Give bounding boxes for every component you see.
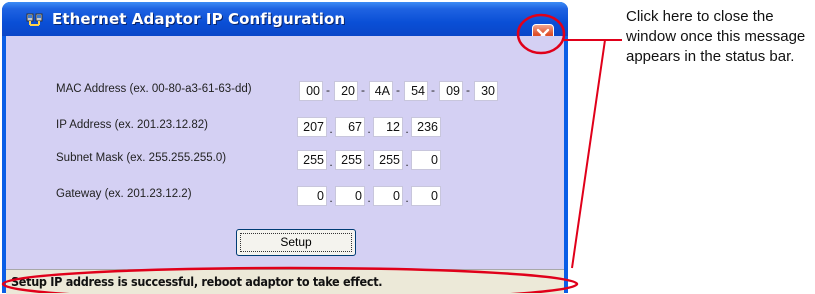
status-bar-highlight-ellipse bbox=[1, 266, 579, 293]
callout-line bbox=[564, 39, 607, 269]
annotation-text: Click here to close the window once this… bbox=[626, 8, 806, 65]
close-button-highlight-circle bbox=[516, 13, 566, 55]
